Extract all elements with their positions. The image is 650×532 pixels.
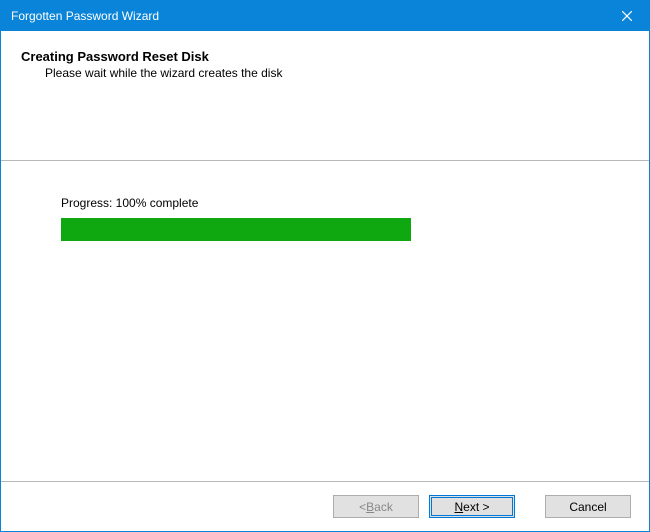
titlebar: Forgotten Password Wizard: [1, 1, 649, 31]
button-bar: < Back Next > Cancel: [1, 481, 649, 531]
back-button: < Back: [333, 495, 419, 518]
close-button[interactable]: [604, 1, 649, 31]
cancel-button[interactable]: Cancel: [545, 495, 631, 518]
next-button[interactable]: Next >: [429, 495, 515, 518]
wizard-header: Creating Password Reset Disk Please wait…: [1, 31, 649, 161]
page-heading: Creating Password Reset Disk: [21, 49, 629, 64]
progress-bar: [61, 218, 411, 241]
page-subheading: Please wait while the wizard creates the…: [45, 66, 629, 80]
close-icon: [622, 9, 632, 24]
window-title: Forgotten Password Wizard: [11, 9, 159, 23]
wizard-content: Progress: 100% complete: [1, 161, 649, 481]
wizard-window: Forgotten Password Wizard Creating Passw…: [0, 0, 650, 532]
progress-label: Progress: 100% complete: [61, 196, 589, 210]
